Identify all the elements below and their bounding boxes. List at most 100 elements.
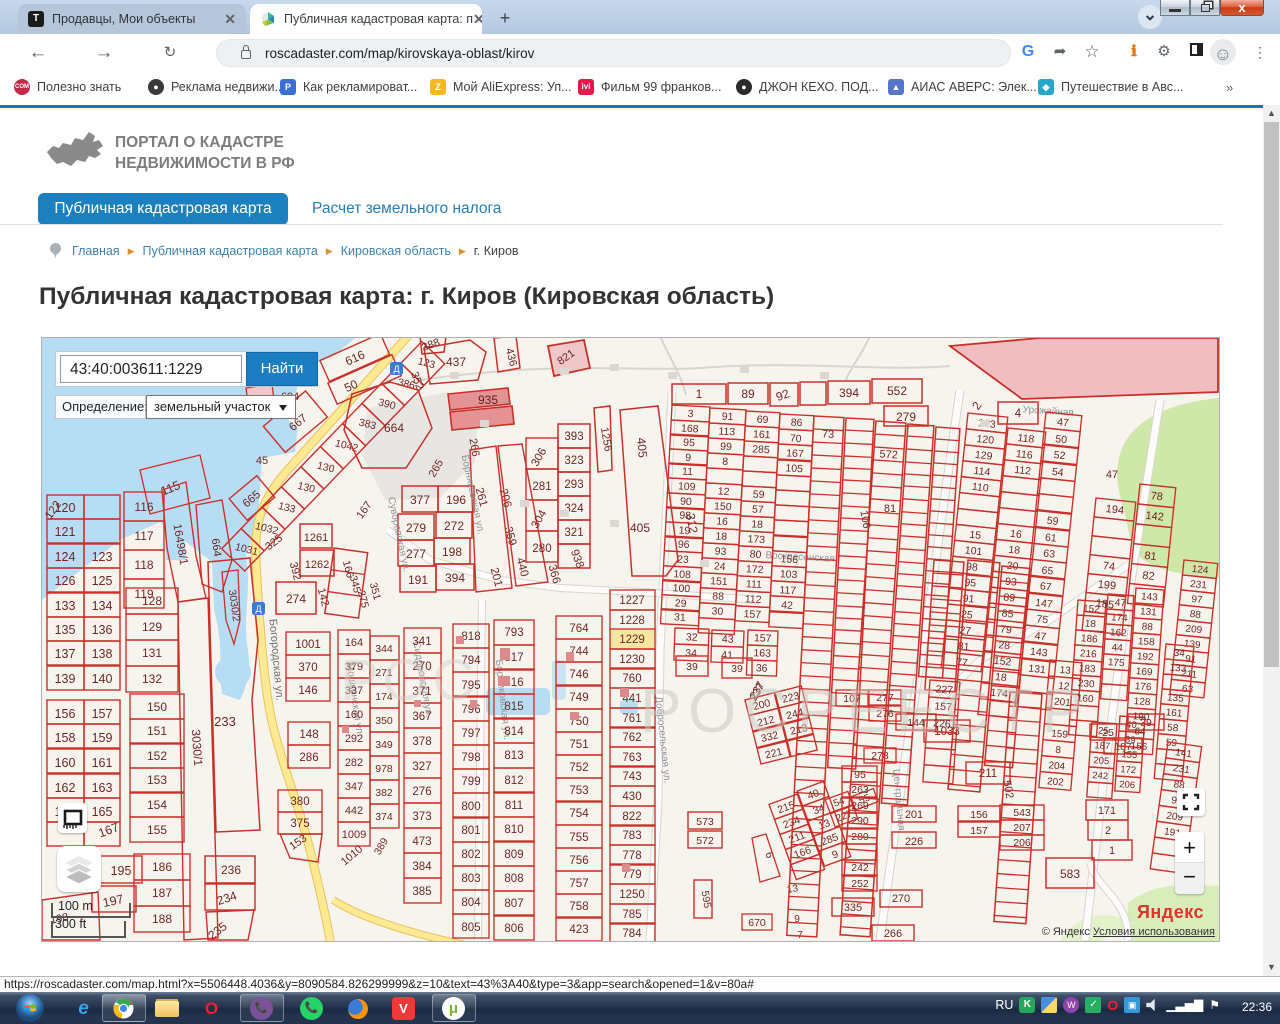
svg-text:118: 118 [134, 558, 153, 572]
svg-text:423: 423 [569, 924, 588, 936]
svg-text:73: 73 [822, 428, 835, 441]
svg-text:813: 813 [504, 750, 523, 762]
svg-text:810: 810 [504, 824, 523, 836]
svg-text:335: 335 [844, 902, 862, 914]
svg-text:139: 139 [55, 672, 76, 686]
svg-text:199: 199 [1097, 579, 1117, 593]
svg-text:156: 156 [780, 553, 798, 566]
svg-text:159: 159 [92, 731, 113, 745]
svg-text:136: 136 [92, 623, 113, 637]
svg-text:373: 373 [412, 811, 431, 823]
svg-text:242: 242 [1092, 770, 1109, 782]
svg-text:664: 664 [384, 421, 404, 435]
svg-text:572: 572 [696, 835, 714, 847]
svg-text:Д: Д [255, 604, 261, 614]
svg-text:191: 191 [408, 573, 428, 587]
svg-text:139: 139 [1183, 638, 1201, 651]
svg-text:749: 749 [569, 692, 588, 704]
svg-text:111: 111 [746, 578, 763, 591]
svg-text:15: 15 [969, 529, 982, 542]
svg-text:176: 176 [1134, 681, 1152, 693]
svg-text:95: 95 [854, 769, 866, 781]
svg-text:88: 88 [712, 590, 724, 603]
svg-text:163: 163 [753, 647, 771, 660]
svg-text:160: 160 [55, 756, 76, 770]
svg-text:138: 138 [92, 647, 113, 661]
svg-text:63: 63 [1043, 548, 1056, 561]
svg-text:394: 394 [839, 386, 859, 400]
svg-text:34: 34 [1173, 648, 1185, 660]
svg-text:802: 802 [461, 849, 480, 861]
svg-text:167: 167 [786, 447, 804, 460]
svg-text:375: 375 [290, 818, 309, 830]
svg-text:812: 812 [504, 775, 523, 787]
svg-text:374: 374 [375, 811, 393, 823]
svg-text:753: 753 [569, 785, 588, 797]
svg-text:25: 25 [1098, 725, 1109, 737]
svg-text:110: 110 [971, 481, 989, 495]
svg-text:194: 194 [1105, 503, 1125, 517]
svg-text:286: 286 [299, 752, 318, 764]
svg-text:161: 161 [753, 428, 771, 441]
svg-text:45: 45 [256, 455, 268, 467]
svg-text:272: 272 [444, 519, 464, 533]
svg-text:809: 809 [504, 849, 523, 861]
svg-text:783: 783 [622, 830, 641, 842]
svg-text:279: 279 [406, 521, 426, 535]
svg-text:77: 77 [955, 656, 968, 669]
svg-text:764: 764 [569, 623, 589, 635]
svg-text:664: 664 [209, 538, 223, 558]
svg-text:148: 148 [299, 729, 318, 741]
svg-text:321: 321 [564, 527, 583, 539]
svg-text:806: 806 [504, 923, 523, 935]
svg-text:91: 91 [721, 411, 733, 424]
svg-text:Д: Д [393, 364, 399, 374]
svg-text:209: 209 [1185, 624, 1203, 637]
svg-text:58: 58 [1167, 722, 1179, 734]
svg-text:43: 43 [722, 633, 734, 645]
svg-text:50: 50 [1055, 433, 1068, 446]
svg-text:670: 670 [748, 917, 766, 929]
svg-text:118: 118 [1017, 432, 1035, 446]
svg-text:405: 405 [634, 437, 650, 458]
svg-text:156: 156 [55, 707, 76, 721]
svg-text:69: 69 [756, 414, 768, 427]
svg-text:169: 169 [1135, 666, 1153, 678]
svg-text:162: 162 [55, 781, 76, 795]
svg-text:116: 116 [1015, 448, 1033, 462]
svg-text:805: 805 [461, 922, 480, 934]
svg-text:156: 156 [1130, 741, 1148, 753]
svg-text:152: 152 [147, 749, 167, 763]
svg-text:198: 198 [442, 545, 462, 559]
svg-text:88: 88 [1189, 609, 1202, 621]
svg-text:370: 370 [298, 662, 317, 674]
svg-text:36: 36 [756, 662, 768, 674]
svg-text:16: 16 [716, 515, 728, 528]
svg-text:190: 190 [1132, 711, 1150, 723]
svg-text:377: 377 [410, 493, 430, 507]
svg-text:154: 154 [147, 798, 167, 812]
svg-text:760: 760 [622, 673, 641, 685]
svg-text:293: 293 [564, 479, 583, 491]
svg-text:142: 142 [1145, 510, 1165, 524]
svg-text:378: 378 [412, 736, 431, 748]
svg-text:129: 129 [142, 620, 162, 634]
svg-text:131: 131 [1140, 606, 1158, 618]
svg-text:757: 757 [569, 878, 588, 890]
svg-text:100: 100 [672, 582, 690, 595]
svg-text:129: 129 [974, 449, 993, 463]
svg-text:195: 195 [111, 864, 132, 878]
svg-text:131: 131 [142, 646, 162, 660]
svg-text:188: 188 [152, 912, 172, 926]
svg-text:116: 116 [134, 500, 153, 514]
svg-text:290: 290 [851, 815, 869, 827]
svg-text:1261: 1261 [304, 532, 328, 544]
svg-text:276: 276 [412, 786, 431, 798]
svg-text:266: 266 [884, 928, 902, 940]
svg-text:132: 132 [142, 672, 162, 686]
svg-text:67: 67 [1039, 580, 1052, 593]
svg-text:59: 59 [1046, 515, 1059, 528]
svg-text:157: 157 [970, 825, 988, 837]
svg-text:327: 327 [412, 761, 431, 773]
svg-text:88: 88 [1141, 622, 1153, 634]
